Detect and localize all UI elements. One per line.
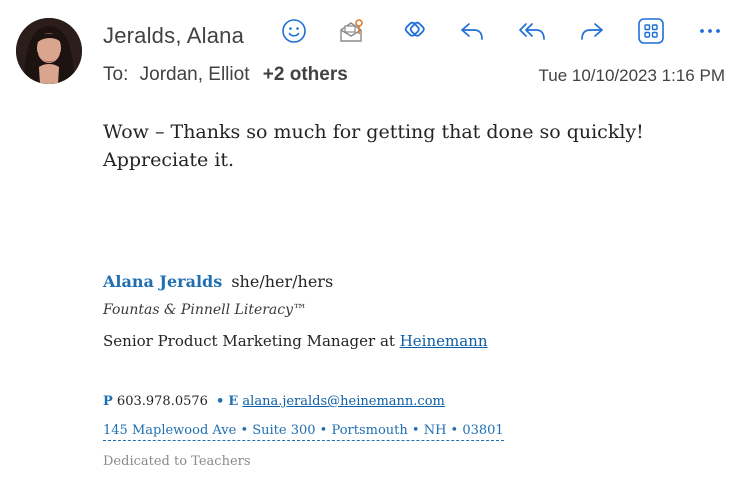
to-label: To:	[103, 64, 129, 85]
apps-icon	[638, 18, 664, 44]
signature-name-line: Alana Jeralds she/her/hers	[103, 272, 333, 291]
signature-tagline: Dedicated to Teachers	[103, 454, 251, 469]
signature-contact-line: P 603.978.0576 • E alana.jeralds@heineman…	[103, 394, 445, 409]
recipients-line: To: Jordan, Elliot +2 others	[103, 64, 348, 86]
avatar[interactable]	[16, 18, 82, 84]
signature-title-line: Senior Product Marketing Manager at Hein…	[103, 332, 487, 350]
open-message-icon	[340, 19, 363, 42]
signature-name: Alana Jeralds	[103, 272, 223, 291]
emoji-icon	[282, 19, 306, 43]
email-link[interactable]: alana.jeralds@heinemann.com	[242, 394, 444, 409]
company-link[interactable]: Heinemann	[400, 332, 488, 350]
more-options-button[interactable]	[690, 14, 730, 48]
signature-title: Senior Product Marketing Manager at	[103, 332, 400, 350]
phone-number: 603.978.0576	[116, 394, 208, 409]
signature-address-link[interactable]: 145 Maplewood Ave • Suite 300 • Portsmou…	[103, 423, 504, 441]
signature-organization: Fountas & Pinnell Literacy™	[103, 302, 308, 318]
forward-button[interactable]	[572, 14, 612, 48]
open-message-button[interactable]	[332, 14, 372, 48]
apps-button[interactable]	[631, 14, 671, 48]
message-body: Wow – Thanks so much for getting that do…	[103, 121, 644, 171]
loop-button[interactable]	[393, 14, 433, 48]
loop-icon	[404, 21, 425, 37]
emoji-button[interactable]	[274, 14, 314, 48]
recipients[interactable]: Jordan, Elliot	[140, 64, 250, 85]
others-button[interactable]: +2 others	[263, 64, 348, 85]
profile-photo	[16, 18, 82, 84]
signature-pronouns: she/her/hers	[231, 272, 334, 291]
phone-label: P	[103, 394, 113, 409]
reply-all-button[interactable]	[512, 14, 552, 48]
more-icon	[700, 29, 720, 33]
sender-name[interactable]: Jeralds, Alana	[103, 23, 244, 49]
timestamp: Tue 10/10/2023 1:16 PM	[538, 66, 725, 85]
reply-button[interactable]	[452, 14, 492, 48]
forward-icon	[581, 23, 603, 40]
email-label: E	[228, 394, 239, 409]
reply-icon	[461, 23, 483, 40]
contact-separator: •	[216, 394, 225, 409]
reply-all-icon	[519, 23, 545, 40]
